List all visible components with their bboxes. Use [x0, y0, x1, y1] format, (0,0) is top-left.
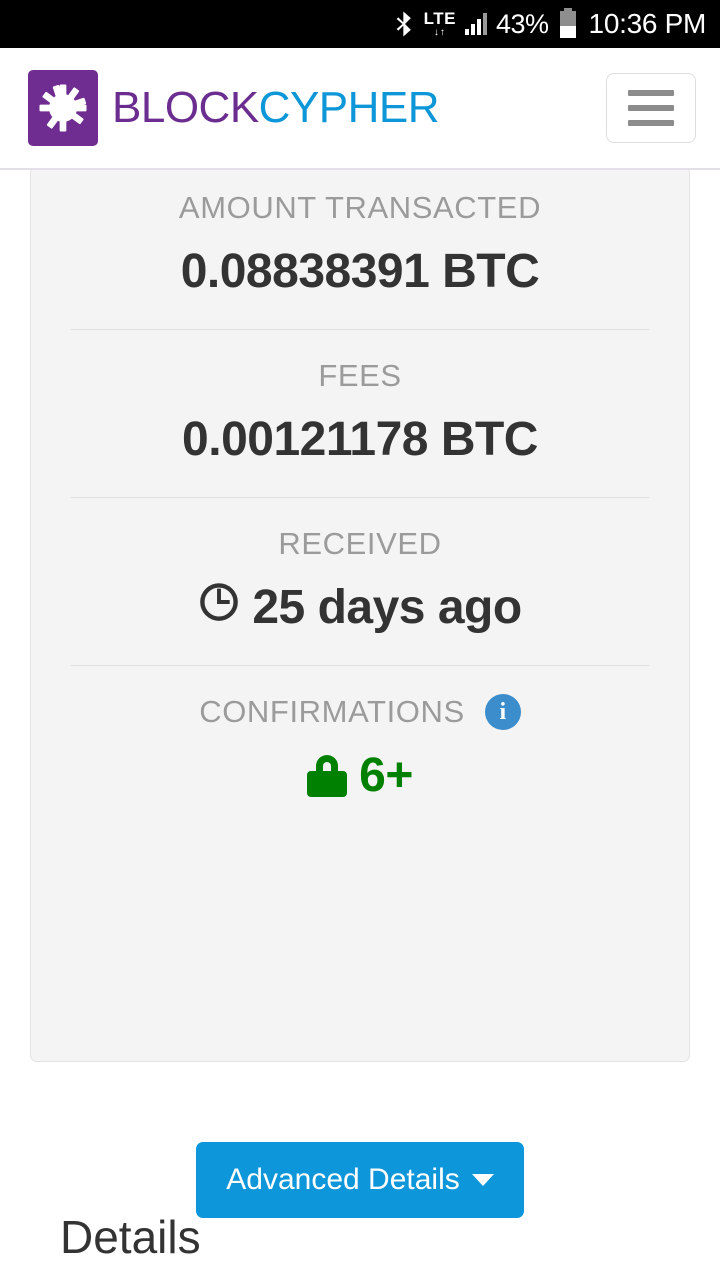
hamburger-bar: [628, 120, 674, 126]
hamburger-bar: [628, 90, 674, 96]
blockcypher-gear-logo-icon: [28, 70, 98, 146]
advanced-details-button[interactable]: Advanced Details: [196, 1142, 524, 1218]
info-icon[interactable]: i: [484, 694, 521, 730]
brand-wordmark: BLOCKCYPHER: [112, 83, 440, 133]
stat-value-row: 25 days ago: [31, 580, 689, 635]
stat-value: 25 days ago: [252, 581, 522, 634]
clock-icon: [198, 580, 240, 635]
stat-confirmations: CONFIRMATIONS i 6+: [31, 666, 689, 803]
clock-time-label: 10:36 PM: [588, 8, 707, 39]
stat-value-row: 6+: [31, 748, 689, 803]
details-section: Details 4 Inputs Consumed: [0, 1210, 720, 1280]
stat-label-row: CONFIRMATIONS i: [31, 694, 689, 730]
android-status-bar: LTE ↓↑ 43% 10:36 PM: [0, 0, 720, 48]
caret-down-icon: [471, 1174, 494, 1186]
brand-wordmark-block: BLOCK: [112, 83, 259, 132]
stat-fees: FEES 0.00121178 BTC: [31, 330, 689, 467]
stat-value: 0.08838391 BTC: [180, 245, 540, 298]
stat-amount-transacted: AMOUNT TRANSACTED 0.08838391 BTC: [31, 190, 689, 299]
hamburger-bar: [628, 105, 674, 111]
battery-icon: [559, 7, 576, 38]
site-header: BLOCKCYPHER: [0, 48, 720, 170]
stat-label: FEES: [318, 358, 402, 393]
hamburger-menu-icon[interactable]: [606, 73, 696, 143]
advanced-details-wrap: Advanced Details: [0, 1142, 720, 1218]
lock-icon: [307, 754, 348, 797]
bluetooth-icon: [395, 9, 415, 39]
stat-label: CONFIRMATIONS: [199, 694, 465, 729]
brand-logo-link[interactable]: BLOCKCYPHER: [28, 70, 440, 146]
stat-value: 0.00121178 BTC: [182, 413, 538, 466]
stat-value: 6+: [359, 749, 413, 802]
details-heading: Details: [60, 1211, 201, 1263]
brand-wordmark-cypher: CYPHER: [258, 83, 440, 132]
data-transfer-arrows-icon: ↓↑: [433, 27, 446, 38]
network-type-indicator: LTE ↓↑: [423, 9, 456, 38]
battery-percent-label: 43%: [496, 8, 549, 39]
signal-bars-icon: [465, 13, 487, 35]
stat-label: RECEIVED: [278, 526, 442, 561]
advanced-details-label: Advanced Details: [226, 1163, 460, 1196]
page-content: AMOUNT TRANSACTED 0.08838391 BTC FEES 0.…: [0, 170, 720, 1280]
stat-received: RECEIVED 25 days ago: [31, 498, 689, 635]
stat-label: AMOUNT TRANSACTED: [178, 190, 542, 225]
transaction-summary-card: AMOUNT TRANSACTED 0.08838391 BTC FEES 0.…: [30, 170, 690, 1062]
